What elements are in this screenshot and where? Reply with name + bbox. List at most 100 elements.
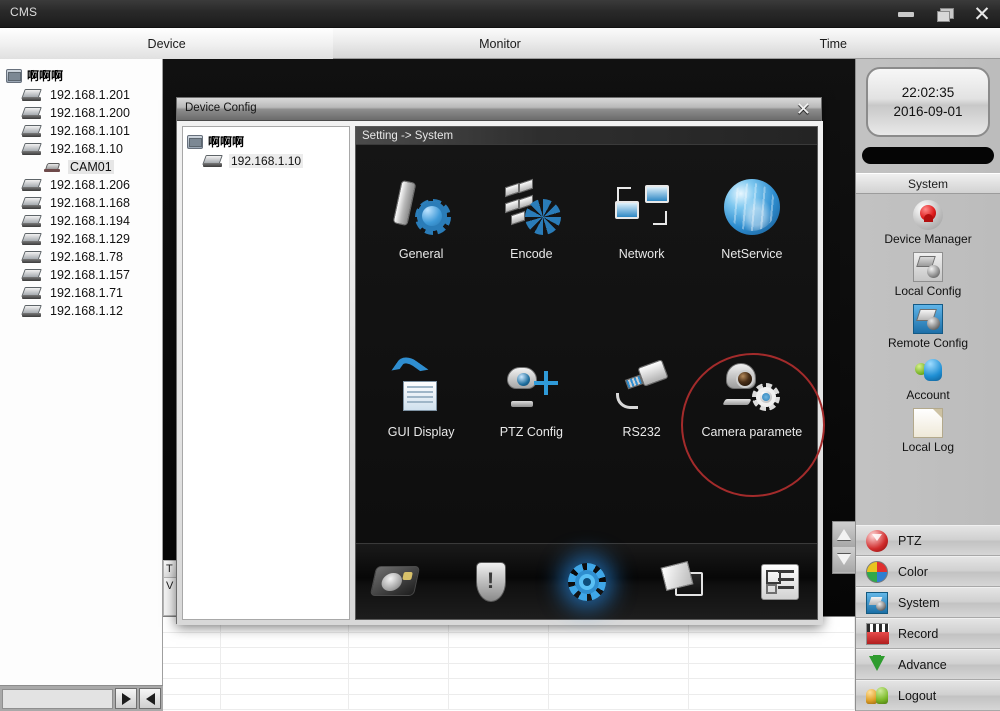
device-icon	[22, 142, 42, 156]
minimize-button[interactable]	[894, 3, 918, 25]
settings-item-rs232[interactable]: RS232	[587, 357, 697, 535]
scroll-left-button[interactable]	[139, 688, 161, 709]
device-icon	[22, 196, 42, 210]
table-row[interactable]	[163, 632, 855, 648]
checklist-icon	[760, 563, 799, 600]
settings-item-label: GUI Display	[387, 425, 455, 439]
scroll-right-button[interactable]	[115, 688, 137, 709]
sidebar-item-local-config[interactable]: Local Config	[856, 252, 1000, 298]
settings-item-encode[interactable]: Encode	[476, 178, 586, 357]
shield-alert-icon	[475, 561, 506, 602]
sidebar-item-color[interactable]: Color	[856, 556, 1000, 587]
sidebar-item-ptz[interactable]: PTZ	[856, 525, 1000, 556]
list-item[interactable]: 192.168.1.129	[4, 230, 162, 248]
toolbar-tab-system[interactable]	[561, 556, 613, 608]
restore-button[interactable]	[932, 3, 956, 25]
tab-device-label: Device	[147, 36, 186, 51]
dialog-tree-item[interactable]: 192.168.1.10	[187, 154, 345, 168]
dialog-tree-item-label: 192.168.1.10	[229, 154, 304, 168]
system-icon	[866, 591, 888, 614]
clock-date: 2016-09-01	[893, 104, 963, 119]
sidebar-item-remote-config[interactable]: Remote Config	[856, 304, 1000, 350]
arrow-down-icon	[837, 554, 851, 565]
list-item[interactable]: 192.168.1.157	[4, 266, 162, 284]
bottom-data-grid[interactable]	[163, 616, 855, 711]
list-item[interactable]: 192.168.1.12	[4, 302, 162, 320]
list-item-channel[interactable]: CAM01	[4, 158, 162, 176]
sidebar-item-label: Logout	[898, 688, 937, 703]
settings-item-network[interactable]: Network	[587, 179, 697, 357]
sidebar-item-device-manager[interactable]: Device Manager	[856, 200, 1000, 246]
device-list-horizontal-scrollbar[interactable]	[0, 685, 163, 711]
sidebar-item-label: Local Config	[894, 284, 962, 298]
list-item[interactable]: 192.168.1.168	[4, 194, 162, 212]
settings-icon-grid: General Encode Network NetService GUI Di…	[356, 145, 817, 543]
sidebar-item-advance[interactable]: Advance	[856, 649, 1000, 680]
dialog-titlebar[interactable]: Device Config ✕	[177, 98, 821, 121]
tab-monitor-label: Monitor	[479, 36, 521, 51]
sidebar-item-system[interactable]: System	[856, 587, 1000, 618]
list-item[interactable]: 192.168.1.78	[4, 248, 162, 266]
list-item[interactable]: 192.168.1.101	[4, 122, 162, 140]
device-icon	[22, 286, 42, 300]
table-row[interactable]	[163, 663, 855, 679]
sidebar-item-label: Color	[898, 564, 928, 579]
right-sidebar: 22:02:35 2016-09-01 System Device Manage…	[855, 59, 1000, 711]
table-row[interactable]	[163, 679, 855, 695]
dialog-main-pane: Setting -> System General Encode Network…	[355, 126, 818, 620]
sidebar-item-record[interactable]: Record	[856, 618, 1000, 649]
settings-item-camera-parameter[interactable]: Camera paramete	[697, 357, 807, 535]
toolbar-tab-alarm[interactable]	[465, 556, 517, 608]
scroll-up-button[interactable]	[833, 522, 855, 547]
table-row[interactable]	[163, 694, 855, 710]
device-icon	[22, 304, 42, 318]
window-titlebar: CMS ✕	[0, 0, 1000, 28]
network-icon	[614, 179, 670, 235]
list-item-label: 192.168.1.101	[50, 124, 130, 138]
encode-icon	[503, 178, 562, 235]
breadcrumb: Setting -> System	[356, 127, 817, 145]
sidebar-item-local-log[interactable]: Local Log	[856, 408, 1000, 454]
sidebar-section-header: System	[856, 173, 1000, 194]
device-tree-root-label: 啊啊啊	[27, 69, 64, 83]
dialog-tree-root[interactable]: 啊啊啊	[187, 133, 345, 150]
hidden-column-strip: T V	[163, 560, 177, 616]
scroll-down-button[interactable]	[833, 547, 855, 572]
close-icon: ✕	[973, 2, 991, 26]
local-config-icon	[913, 252, 943, 282]
settings-item-gui-display[interactable]: GUI Display	[366, 352, 476, 535]
list-item[interactable]: 192.168.1.201	[4, 86, 162, 104]
settings-item-ptz-config[interactable]: PTZ Config	[476, 357, 586, 535]
list-item[interactable]: 192.168.1.200	[4, 104, 162, 122]
close-button[interactable]: ✕	[970, 3, 994, 25]
device-manager-icon	[913, 200, 943, 230]
vertical-scroll-arrows	[832, 521, 856, 574]
table-row[interactable]	[163, 648, 855, 664]
arrow-up-icon	[837, 529, 851, 540]
toolbar-tab-storage[interactable]	[369, 556, 421, 608]
sidebar-item-account[interactable]: Account	[856, 356, 1000, 402]
tab-monitor[interactable]: Monitor	[333, 28, 666, 59]
dialog-close-button[interactable]: ✕	[796, 99, 811, 120]
scrollbar-trough[interactable]	[2, 688, 113, 709]
list-item[interactable]: 192.168.1.71	[4, 284, 162, 302]
toolbar-tab-advanced[interactable]	[753, 556, 805, 608]
tab-time[interactable]: Time	[667, 28, 1000, 59]
netservice-icon	[723, 179, 780, 235]
settings-item-general[interactable]: General	[366, 179, 476, 357]
sidebar-item-label: PTZ	[898, 533, 922, 548]
main-tabbar: Device Monitor Time	[0, 28, 1000, 59]
list-item[interactable]: 192.168.1.10	[4, 140, 162, 158]
settings-item-label: RS232	[622, 425, 661, 439]
record-icon	[866, 622, 889, 645]
device-tree-root[interactable]: 啊啊啊	[4, 65, 162, 86]
settings-item-netservice[interactable]: NetService	[697, 179, 807, 357]
sidebar-item-logout[interactable]: Logout	[856, 680, 1000, 711]
list-item-label: 192.168.1.12	[50, 304, 123, 318]
list-item[interactable]: 192.168.1.194	[4, 212, 162, 230]
hidden-column-header-t: T	[164, 561, 176, 578]
toolbar-tab-info[interactable]	[657, 556, 709, 608]
tab-device[interactable]: Device	[0, 28, 334, 59]
list-item-label: 192.168.1.194	[50, 214, 130, 228]
list-item[interactable]: 192.168.1.206	[4, 176, 162, 194]
